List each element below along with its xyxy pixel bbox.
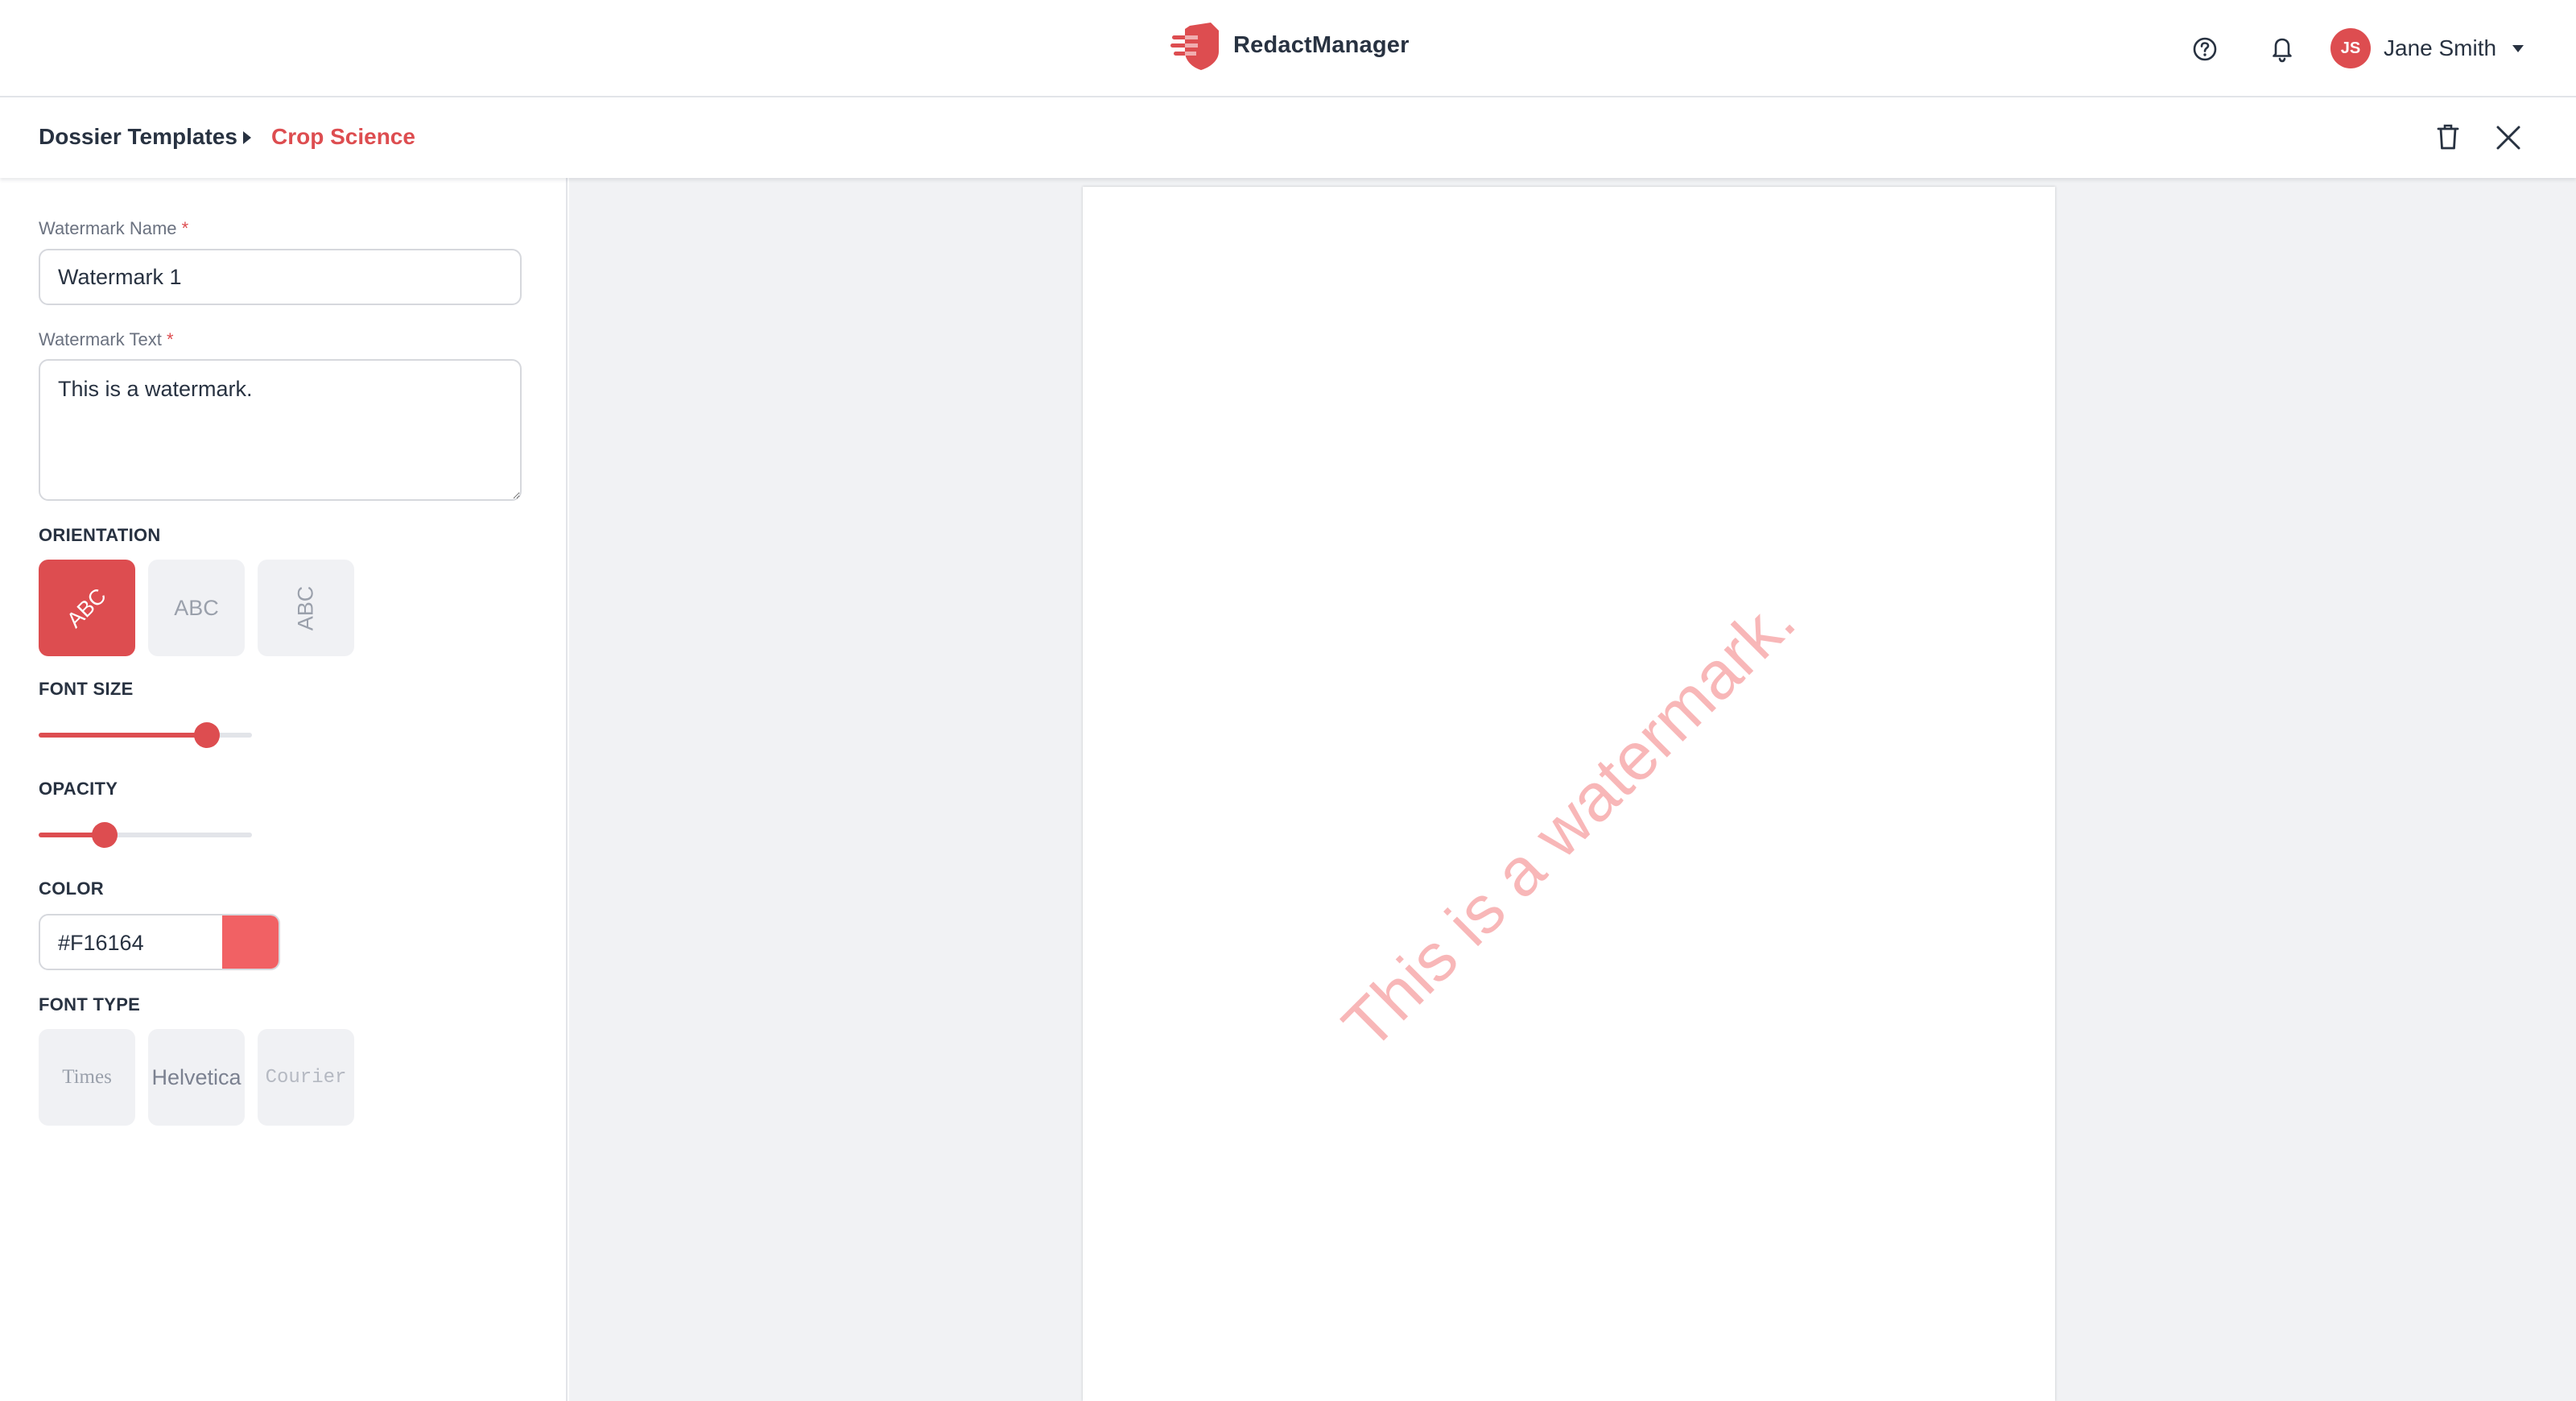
opacity-label: OPACITY — [39, 779, 118, 799]
help-circle-icon[interactable] — [2191, 35, 2219, 63]
font-option-label: Helvetica — [151, 1064, 242, 1089]
required-mark: * — [181, 218, 189, 238]
slider-fill — [39, 733, 208, 738]
watermark-text-label: Watermark Text * — [39, 329, 174, 349]
orientation-vertical-button[interactable]: ABC — [258, 560, 354, 656]
font-option-label: Courier — [265, 1066, 347, 1089]
slider-thumb[interactable] — [194, 722, 221, 748]
font-size-slider[interactable] — [39, 722, 252, 748]
font-option-label: Times — [62, 1066, 112, 1088]
color-label: COLOR — [39, 878, 104, 899]
watermark-settings-panel: Watermark Name * Watermark Text * This i… — [0, 178, 568, 1401]
opacity-slider[interactable] — [39, 822, 252, 848]
slider-thumb[interactable] — [92, 822, 118, 848]
color-swatch[interactable] — [222, 915, 279, 969]
font-size-label: FONT SIZE — [39, 679, 134, 699]
watermark-text-area[interactable]: This is a watermark. — [39, 359, 522, 501]
color-hex-value[interactable]: #F16164 — [58, 931, 144, 956]
orientation-option-label: ABC — [293, 585, 318, 630]
avatar[interactable]: JS — [2330, 28, 2371, 68]
trash-icon[interactable] — [2436, 122, 2460, 151]
user-name[interactable]: Jane Smith — [2384, 35, 2496, 61]
watermark-preview-text: This is a watermark. — [1327, 581, 1810, 1064]
user-menu[interactable]: JS Jane Smith — [2330, 28, 2524, 68]
top-bar: RedactManager JS Jane Smith — [0, 0, 2576, 97]
watermark-name-label: Watermark Name * — [39, 218, 189, 238]
breadcrumb-current[interactable]: Crop Science — [271, 124, 415, 150]
required-mark: * — [166, 329, 174, 349]
preview-page: This is a watermark. — [1083, 187, 2055, 1401]
redactmanager-logo-icon[interactable] — [1170, 23, 1222, 71]
chevron-down-icon[interactable] — [2512, 44, 2524, 52]
orientation-option-label: ABC — [62, 583, 111, 632]
breadcrumb-bar: Dossier Templates Crop Science — [0, 97, 2576, 178]
orientation-label: ORIENTATION — [39, 525, 161, 545]
font-times-button[interactable]: Times — [39, 1029, 135, 1126]
orientation-option-label: ABC — [174, 595, 219, 620]
watermark-name-input[interactable] — [39, 249, 522, 305]
close-icon[interactable] — [2496, 125, 2521, 151]
breadcrumb-dossier-templates[interactable]: Dossier Templates — [39, 124, 237, 150]
caret-right-icon — [243, 131, 251, 144]
font-type-label: FONT TYPE — [39, 994, 141, 1015]
font-helvetica-button[interactable]: Helvetica — [148, 1029, 245, 1126]
color-input[interactable]: #F16164 — [39, 914, 280, 970]
font-courier-button[interactable]: Courier — [258, 1029, 354, 1126]
orientation-diagonal-button[interactable]: ABC — [39, 560, 135, 656]
bell-icon[interactable] — [2268, 34, 2296, 63]
orientation-horizontal-button[interactable]: ABC — [148, 560, 245, 656]
app-brand-name: RedactManager — [1233, 32, 1410, 58]
